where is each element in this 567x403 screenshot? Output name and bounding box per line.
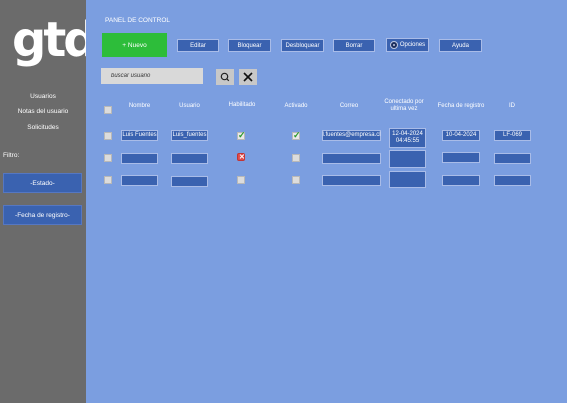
main-panel: PANEL DE CONTROL + Nuevo Editar Bloquear… [86, 0, 567, 403]
habilitado-checkbox[interactable] [237, 153, 245, 161]
edit-button[interactable]: Editar [177, 39, 219, 52]
search-icon [220, 72, 230, 82]
select-all-checkbox[interactable] [104, 106, 112, 114]
cell-conectado-fecha: 12-04-2024 [392, 131, 423, 137]
cell-conectado [389, 171, 426, 188]
cell-correo [322, 175, 381, 186]
column-header-usuario: Usuario [179, 103, 200, 109]
filter-label: Filtro: [3, 152, 20, 159]
cell-fecha [442, 152, 480, 163]
activado-checkbox[interactable] [292, 176, 300, 184]
cell-nombre [121, 153, 158, 164]
cell-conectado [389, 150, 426, 168]
options-label: Opciones [399, 42, 426, 48]
column-header-conectado-line2: ultima vez [390, 106, 418, 112]
delete-button[interactable]: Borrar [333, 39, 375, 52]
search-input[interactable] [101, 68, 203, 84]
row-select-checkbox[interactable] [104, 176, 112, 184]
page-title: PANEL DE CONTROL [105, 17, 171, 24]
column-header-id: ID [509, 103, 515, 109]
close-icon [243, 72, 253, 82]
cell-fecha [442, 175, 480, 186]
cell-usuario [171, 153, 208, 164]
help-button[interactable]: Ayuda [439, 39, 482, 52]
filter-fecha-button[interactable]: -Fecha de registro- [3, 205, 82, 225]
search-button[interactable] [216, 69, 234, 85]
cell-fecha: 10-04-2024 [442, 130, 480, 141]
cell-usuario: Luis_fuentes [171, 130, 208, 141]
options-icon [389, 41, 398, 49]
sidebar-item-usuarios[interactable]: Usuarios [0, 93, 86, 100]
activado-checkbox[interactable] [292, 154, 300, 162]
column-header-conectado: Conectado por ultima vez [380, 99, 428, 113]
cell-correo: l.fuentes@empresa.cl [322, 130, 381, 141]
row-select-checkbox[interactable] [104, 132, 112, 140]
new-button[interactable]: + Nuevo [102, 33, 167, 57]
cell-usuario [171, 176, 208, 187]
cell-id: LF-069 [494, 130, 531, 141]
unblock-button[interactable]: Desbloquear [281, 39, 324, 52]
cell-conectado-hora: 04:45:55 [395, 138, 420, 144]
column-header-conectado-line1: Conectado por [384, 99, 424, 105]
filter-estado-button[interactable]: -Estado- [3, 173, 82, 193]
cell-conectado: 12-04-2024 04:45:55 [389, 128, 426, 148]
activado-checkbox[interactable] [292, 130, 301, 141]
sidebar-item-solicitudes[interactable]: Solicitudes [0, 124, 86, 131]
sidebar: gtd Usuarios Notas del usuario Solicitud… [0, 0, 98, 403]
cell-nombre [121, 175, 158, 186]
cell-id [494, 175, 531, 186]
column-header-activado: Activado [284, 103, 308, 109]
column-header-habilitado: Habilitado [228, 102, 256, 108]
cell-nombre: Luis Fuentes [121, 130, 158, 141]
clear-search-button[interactable] [239, 69, 257, 85]
gtd-logo: gtd [12, 12, 98, 68]
sidebar-item-notas[interactable]: Notas del usuario [0, 108, 86, 115]
block-button[interactable]: Bloquear [228, 39, 271, 52]
cell-correo [322, 153, 381, 164]
habilitado-checkbox[interactable] [237, 130, 246, 141]
column-header-correo: Correo [339, 103, 359, 109]
column-header-fecha: Fecha de registro [437, 103, 485, 109]
habilitado-checkbox[interactable] [237, 176, 245, 184]
column-header-nombre: Nombre [128, 103, 151, 109]
row-select-checkbox[interactable] [104, 154, 112, 162]
options-button[interactable]: Opciones [386, 38, 429, 52]
cell-id [494, 153, 531, 164]
